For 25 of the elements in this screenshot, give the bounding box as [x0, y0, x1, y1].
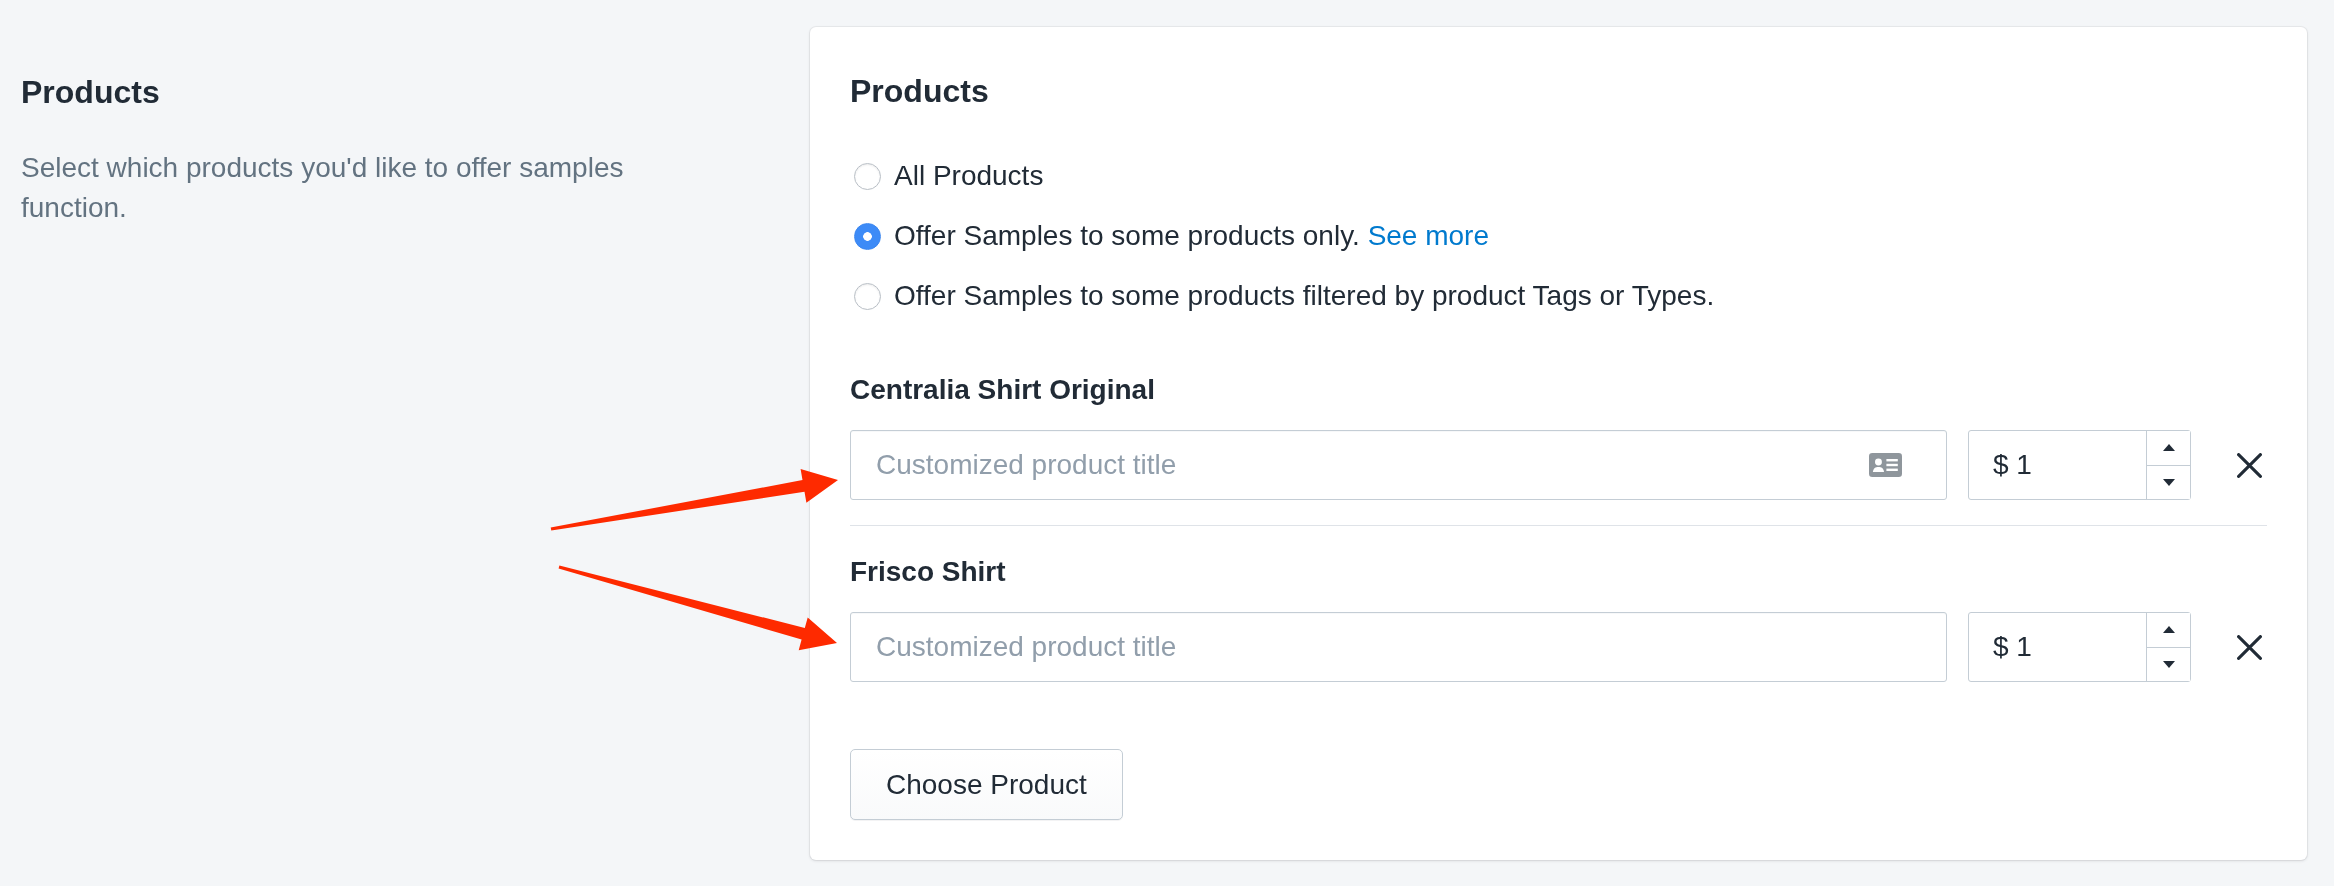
option-label: All Products [894, 159, 1044, 193]
section-description: Select which products you'd like to offer samples function. [21, 151, 625, 225]
option-label: Offer Samples to some products only. See more [894, 219, 1490, 253]
radio-button[interactable] [854, 162, 881, 190]
card-title: Products [850, 72, 989, 111]
close-icon [2237, 634, 2262, 660]
close-icon [2237, 452, 2262, 478]
title-field[interactable]: Customized product title [850, 612, 1947, 682]
caret-down-icon [2162, 660, 2175, 668]
radio-button[interactable] [854, 222, 881, 250]
choose-product-button[interactable]: Choose Product [850, 749, 1123, 820]
title-field[interactable]: Customized product title [850, 430, 1947, 500]
decrement-button[interactable] [2147, 464, 2190, 499]
inline-link[interactable]: See more [1367, 220, 1490, 251]
product-name: Centralia Shirt Original [850, 373, 1155, 407]
product-name: Frisco Shirt [850, 555, 1006, 589]
option-label: Offer Samples to some products filtered by product Tags or Types. [894, 279, 1715, 313]
radio-button[interactable] [854, 282, 881, 310]
caret-up-icon [2162, 626, 2175, 634]
caret-down-icon [2162, 478, 2175, 486]
decrement-button[interactable] [2147, 646, 2190, 681]
caret-up-icon [2162, 444, 2175, 452]
section-title: Products [21, 73, 160, 112]
remove-button[interactable] [2237, 634, 2262, 660]
remove-button[interactable] [2237, 452, 2262, 478]
